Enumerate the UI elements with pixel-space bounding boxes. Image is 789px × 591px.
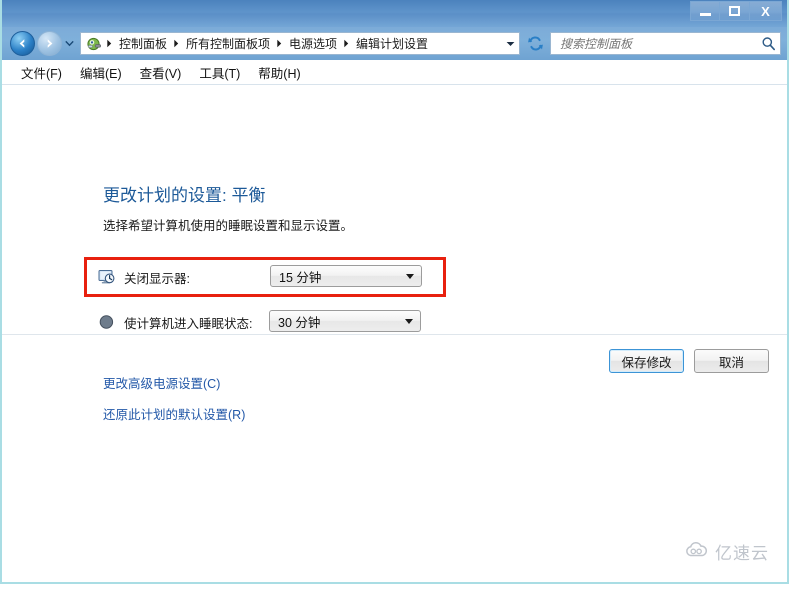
- chevron-down-icon[interactable]: [399, 273, 421, 279]
- maximize-icon: [729, 6, 740, 16]
- chevron-down-icon: [65, 40, 74, 47]
- breadcrumb-item-control-panel[interactable]: 控制面板: [115, 35, 171, 52]
- breadcrumb-separator-icon: [274, 39, 285, 48]
- forward-arrow-icon: [47, 39, 53, 48]
- control-panel-icon: [81, 36, 104, 52]
- back-button[interactable]: [10, 31, 35, 56]
- dialog-buttons: 保存修改 取消: [609, 349, 769, 373]
- page-title: 更改计划的设置: 平衡: [103, 186, 266, 205]
- menu-item-tools[interactable]: 工具(T): [190, 60, 249, 85]
- maximize-button[interactable]: [720, 1, 750, 21]
- cancel-button[interactable]: 取消: [694, 349, 769, 373]
- search-icon: [761, 36, 776, 51]
- content-separator: [2, 334, 787, 335]
- menu-item-view[interactable]: 查看(V): [131, 60, 191, 85]
- forward-button[interactable]: [37, 31, 62, 56]
- window-controls: X: [690, 1, 782, 21]
- watermark-text: 亿速云: [715, 544, 769, 563]
- setting-label-sleep: 使计算机进入睡眠状态:: [124, 316, 253, 331]
- combo-value-sleep: 30 分钟: [278, 315, 321, 330]
- setting-row-sleep: 使计算机进入睡眠状态:: [98, 310, 252, 334]
- breadcrumb-dropdown-button[interactable]: [502, 41, 519, 47]
- minimize-button[interactable]: [690, 1, 720, 21]
- minimize-icon: [699, 12, 711, 16]
- close-icon: X: [761, 3, 770, 19]
- breadcrumb-separator-icon: [341, 39, 352, 48]
- setting-row-turn-off-display: 关闭显示器:: [98, 265, 190, 289]
- breadcrumb-separator-icon: [171, 39, 182, 48]
- combo-sleep[interactable]: 30 分钟: [269, 310, 421, 332]
- monitor-clock-icon: [98, 268, 118, 286]
- cloud-logo-icon: [684, 541, 710, 562]
- menu-item-file[interactable]: 文件(F): [12, 60, 71, 85]
- breadcrumb-item-edit-plan-settings[interactable]: 编辑计划设置: [352, 35, 432, 52]
- link-restore-plan-defaults[interactable]: 还原此计划的默认设置(R): [103, 404, 245, 423]
- search-input[interactable]: [558, 35, 761, 52]
- setting-label-turn-off-display: 关闭显示器:: [124, 271, 190, 286]
- menu-item-help[interactable]: 帮助(H): [249, 60, 309, 85]
- history-dropdown-button[interactable]: [63, 40, 76, 47]
- breadcrumb-item-power-options[interactable]: 电源选项: [285, 35, 341, 52]
- page-subtitle: 选择希望计算机使用的睡眠设置和显示设置。: [103, 219, 354, 233]
- combo-turn-off-display[interactable]: 15 分钟: [270, 265, 422, 287]
- watermark: 亿速云: [684, 539, 769, 564]
- address-bar: 控制面板 所有控制面板项 电源选项 编辑计划设置: [2, 27, 787, 60]
- chevron-down-icon: [506, 41, 515, 46]
- title-bar: X: [2, 0, 787, 27]
- combo-value-turn-off-display: 15 分钟: [279, 270, 322, 285]
- breadcrumb[interactable]: 控制面板 所有控制面板项 电源选项 编辑计划设置: [80, 32, 520, 55]
- close-button[interactable]: X: [750, 1, 782, 21]
- refresh-icon: [527, 36, 543, 51]
- main-content: 更改计划的设置: 平衡 选择希望计算机使用的睡眠设置和显示设置。 关闭显示器: …: [2, 85, 787, 582]
- save-changes-button[interactable]: 保存修改: [609, 349, 684, 373]
- breadcrumb-path: 控制面板 所有控制面板项 电源选项 编辑计划设置: [104, 35, 502, 52]
- search-box[interactable]: [550, 32, 781, 55]
- menu-item-edit[interactable]: 编辑(E): [71, 60, 131, 85]
- menu-bar: 文件(F) 编辑(E) 查看(V) 工具(T) 帮助(H): [2, 60, 787, 85]
- explorer-window: X 控制面板 所有控制面板项 电源选项 编辑计划设置 搜索控制面板 文件(F) …: [0, 0, 789, 584]
- back-arrow-icon: [19, 39, 25, 48]
- sleep-moon-icon: [98, 313, 118, 331]
- link-change-advanced-power-settings[interactable]: 更改高级电源设置(C): [103, 373, 220, 392]
- chevron-down-icon[interactable]: [398, 318, 420, 324]
- refresh-button[interactable]: [524, 32, 546, 55]
- breadcrumb-separator-icon: [104, 39, 115, 48]
- breadcrumb-item-all-items[interactable]: 所有控制面板项: [182, 35, 274, 52]
